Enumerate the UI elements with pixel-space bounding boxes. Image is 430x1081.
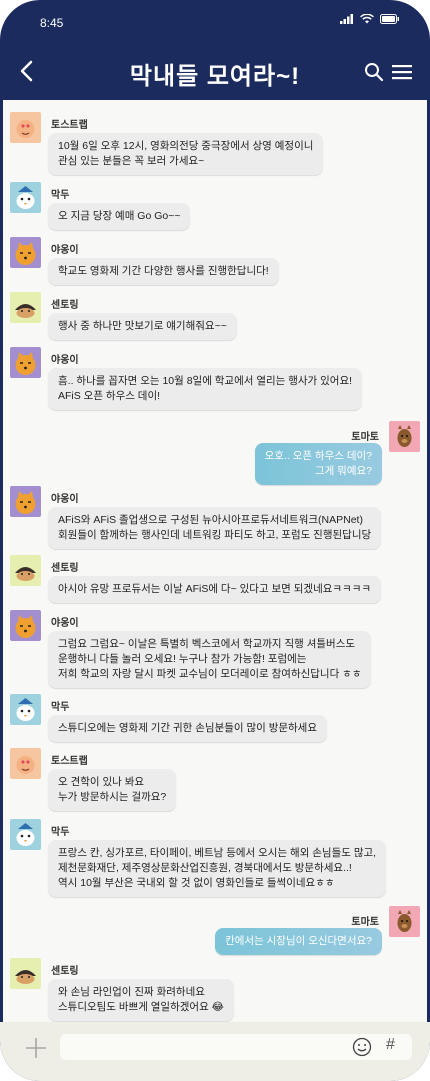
- message-bubble[interactable]: AFiS와 AFiS 졸업생으로 구성된 뉴아시아프로듀서네트워크(NAPNet…: [48, 507, 382, 549]
- message-bubble[interactable]: 10월 6일 오후 12시, 영화의전당 중극장에서 상영 예정이니 관심 있는…: [48, 133, 324, 175]
- sender-name: 막두: [51, 702, 70, 713]
- input-bar: #: [0, 1022, 430, 1081]
- sender-name: 야옹이: [51, 355, 79, 366]
- toast-avatar[interactable]: [10, 748, 41, 779]
- menu-icon[interactable]: [390, 60, 414, 84]
- phone-frame: 8:45 막내들 모여라~! 토스트랩 10월 6일 오후 12시, 영화의전당 …: [0, 0, 430, 1081]
- sender-name: 센토링: [51, 300, 79, 311]
- hashtag-button[interactable]: #: [386, 1036, 395, 1054]
- status-bar: 8:45: [0, 0, 430, 44]
- sentoring-avatar[interactable]: [10, 292, 41, 323]
- message-bubble[interactable]: 오 견학이 있나 봐요 누가 방문하시는 걸까요?: [48, 769, 177, 811]
- yaong-avatar[interactable]: [10, 347, 41, 378]
- message-bubble[interactable]: 그럼요 그럼요~ 이날은 특별히 벡스코에서 학교까지 직행 셔틀버스도 운행하…: [48, 631, 372, 688]
- makdu-avatar[interactable]: [10, 694, 41, 725]
- toast-avatar[interactable]: [10, 112, 41, 143]
- plus-icon[interactable]: [24, 1036, 48, 1060]
- sender-name: 야옹이: [51, 618, 79, 629]
- status-icons: [340, 14, 400, 24]
- message-bubble[interactable]: 오호.. 오픈 하우스 데이? 그게 뭐예요?: [254, 443, 382, 485]
- wifi-icon: [360, 14, 374, 24]
- sentoring-avatar[interactable]: [10, 555, 41, 586]
- search-icon[interactable]: [362, 60, 386, 84]
- message-bubble[interactable]: 오 지금 당장 예매 Go Go~~: [48, 203, 191, 230]
- message-bubble[interactable]: 흠.. 하나를 꼽자면 오는 10월 8일에 학교에서 열리는 행사가 있어요!…: [48, 368, 363, 410]
- chat-header: 막내들 모여라~!: [0, 44, 430, 100]
- message-bubble[interactable]: 와 손님 라인업이 진짜 화려하네요 스튜디오팀도 바쁘게 열일하겠어요 😂: [48, 979, 234, 1021]
- sender-name: 토마토: [351, 432, 379, 443]
- chat-area[interactable]: 토스트랩 10월 6일 오후 12시, 영화의전당 중극장에서 상영 예정이니 관…: [3, 100, 427, 1022]
- message-bubble[interactable]: 프랑스 칸, 싱가포르, 타이페이, 베트남 등에서 오시는 해외 손님들도 많…: [48, 840, 387, 897]
- sender-name: 센토링: [51, 966, 79, 977]
- sender-name: 센토링: [51, 563, 79, 574]
- yaong-avatar[interactable]: [10, 610, 41, 641]
- tomato-avatar[interactable]: [389, 421, 420, 452]
- emoji-icon[interactable]: [352, 1037, 372, 1057]
- sender-name: 야옹이: [51, 245, 79, 256]
- tomato-avatar[interactable]: [389, 906, 420, 937]
- message-bubble[interactable]: 스튜디오에는 영화제 기간 귀한 손님분들이 많이 방문하세요: [48, 715, 328, 742]
- message-bubble[interactable]: 행사 중 하나만 맛보기로 얘기해줘요~~: [48, 313, 237, 340]
- sender-name: 막두: [51, 190, 70, 201]
- sender-name: 야옹이: [51, 494, 79, 505]
- makdu-avatar[interactable]: [10, 182, 41, 213]
- signal-icon: [340, 14, 353, 24]
- message-bubble[interactable]: 아시아 유망 프로듀서는 이날 AFiS에 다~ 있다고 보면 되겠네요ㅋㅋㅋㅋ: [48, 576, 382, 603]
- sender-name: 토스트랩: [51, 120, 88, 131]
- sender-name: 막두: [51, 827, 70, 838]
- message-bubble[interactable]: 학교도 영화제 기간 다양한 행사를 진행한답니다!: [48, 258, 279, 285]
- yaong-avatar[interactable]: [10, 237, 41, 268]
- makdu-avatar[interactable]: [10, 819, 41, 850]
- battery-icon: [380, 14, 399, 24]
- status-time: 8:45: [40, 16, 64, 30]
- sender-name: 토마토: [351, 917, 379, 928]
- sender-name: 토스트랩: [51, 756, 88, 767]
- message-bubble[interactable]: 칸에서는 시장님이 오신다면서요?: [215, 928, 382, 955]
- sentoring-avatar[interactable]: [10, 958, 41, 989]
- yaong-avatar[interactable]: [10, 486, 41, 517]
